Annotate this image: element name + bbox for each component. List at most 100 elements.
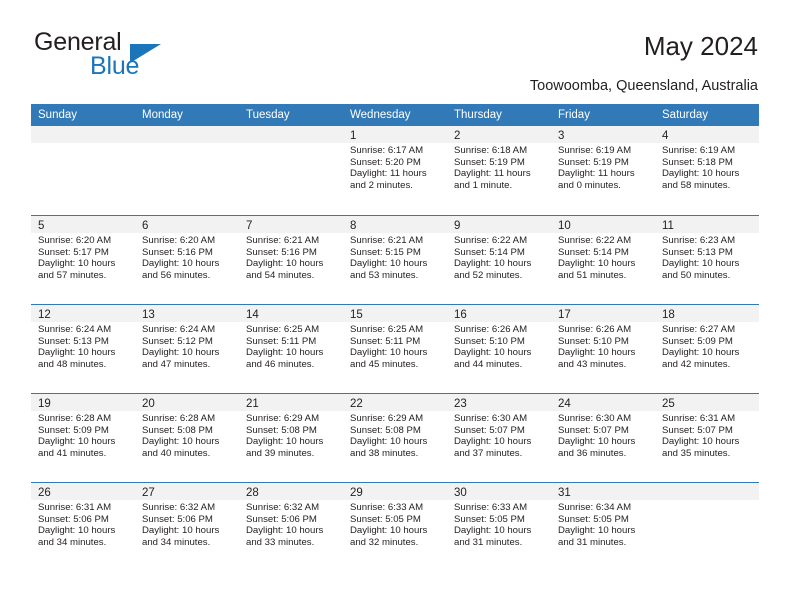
day-cell[interactable]: 10 Sunrise: 6:22 AM Sunset: 5:14 PM Dayl… [551, 216, 655, 304]
day-info: Sunrise: 6:29 AM Sunset: 5:08 PM Dayligh… [239, 411, 343, 459]
day-number-band [31, 126, 135, 143]
day-cell[interactable]: 13 Sunrise: 6:24 AM Sunset: 5:12 PM Dayl… [135, 305, 239, 393]
day-cell[interactable]: 23 Sunrise: 6:30 AM Sunset: 5:07 PM Dayl… [447, 394, 551, 482]
day-number-band: 23 [447, 394, 551, 411]
sunset-text: Sunset: 5:08 PM [350, 424, 421, 436]
day-cell[interactable]: 5 Sunrise: 6:20 AM Sunset: 5:17 PM Dayli… [31, 216, 135, 304]
day-info: Sunrise: 6:29 AM Sunset: 5:08 PM Dayligh… [343, 411, 447, 459]
sunset-text: Sunset: 5:18 PM [662, 156, 733, 168]
daylight-text-line2: and 57 minutes. [38, 269, 107, 281]
day-cell[interactable] [239, 126, 343, 215]
day-number-band: 22 [343, 394, 447, 411]
day-number-band [655, 483, 759, 500]
sunset-text: Sunset: 5:16 PM [142, 246, 213, 258]
daylight-text-line1: Daylight: 10 hours [38, 525, 116, 537]
daylight-text-line2: and 35 minutes. [662, 447, 731, 459]
day-cell[interactable]: 14 Sunrise: 6:25 AM Sunset: 5:11 PM Dayl… [239, 305, 343, 393]
sunrise-text: Sunrise: 6:30 AM [454, 413, 528, 424]
day-number: 4 [662, 130, 669, 142]
sunset-text: Sunset: 5:19 PM [454, 156, 525, 168]
day-info: Sunrise: 6:26 AM Sunset: 5:10 PM Dayligh… [447, 322, 551, 370]
sunset-text: Sunset: 5:06 PM [246, 513, 317, 525]
sunrise-text: Sunrise: 6:34 AM [558, 502, 632, 513]
day-info: Sunrise: 6:28 AM Sunset: 5:09 PM Dayligh… [31, 411, 135, 459]
sunset-text: Sunset: 5:07 PM [558, 424, 629, 436]
day-info: Sunrise: 6:27 AM Sunset: 5:09 PM Dayligh… [655, 322, 759, 370]
day-cell[interactable]: 11 Sunrise: 6:23 AM Sunset: 5:13 PM Dayl… [655, 216, 759, 304]
day-cell[interactable]: 20 Sunrise: 6:28 AM Sunset: 5:08 PM Dayl… [135, 394, 239, 482]
day-cell[interactable] [655, 483, 759, 571]
day-number: 8 [350, 220, 357, 232]
day-cell[interactable]: 15 Sunrise: 6:25 AM Sunset: 5:11 PM Dayl… [343, 305, 447, 393]
day-info: Sunrise: 6:33 AM Sunset: 5:05 PM Dayligh… [343, 500, 447, 548]
calendar-page: General Blue May 2024 Toowoomba, Queensl… [0, 0, 792, 612]
day-cell[interactable]: 6 Sunrise: 6:20 AM Sunset: 5:16 PM Dayli… [135, 216, 239, 304]
day-number: 23 [454, 398, 467, 410]
day-cell[interactable]: 21 Sunrise: 6:29 AM Sunset: 5:08 PM Dayl… [239, 394, 343, 482]
week-row: 26 Sunrise: 6:31 AM Sunset: 5:06 PM Dayl… [31, 482, 759, 571]
day-cell[interactable]: 28 Sunrise: 6:32 AM Sunset: 5:06 PM Dayl… [239, 483, 343, 571]
day-info: Sunrise: 6:22 AM Sunset: 5:14 PM Dayligh… [447, 233, 551, 281]
general-blue-logo[interactable]: General Blue [34, 28, 224, 84]
daylight-text-line2: and 33 minutes. [246, 536, 315, 548]
sunrise-text: Sunrise: 6:22 AM [558, 235, 632, 246]
sunset-text: Sunset: 5:10 PM [558, 335, 629, 347]
day-cell[interactable]: 31 Sunrise: 6:34 AM Sunset: 5:05 PM Dayl… [551, 483, 655, 571]
day-number-band: 21 [239, 394, 343, 411]
day-cell[interactable]: 8 Sunrise: 6:21 AM Sunset: 5:15 PM Dayli… [343, 216, 447, 304]
day-cell[interactable]: 24 Sunrise: 6:30 AM Sunset: 5:07 PM Dayl… [551, 394, 655, 482]
daylight-text-line1: Daylight: 10 hours [38, 347, 116, 359]
week-row: 19 Sunrise: 6:28 AM Sunset: 5:09 PM Dayl… [31, 393, 759, 482]
sunrise-text: Sunrise: 6:29 AM [246, 413, 320, 424]
day-cell[interactable]: 27 Sunrise: 6:32 AM Sunset: 5:06 PM Dayl… [135, 483, 239, 571]
dow-saturday: Saturday [662, 109, 709, 121]
day-number: 29 [350, 487, 363, 499]
sunrise-text: Sunrise: 6:24 AM [142, 324, 216, 335]
day-cell[interactable] [31, 126, 135, 215]
daylight-text-line2: and 43 minutes. [558, 358, 627, 370]
daylight-text-line1: Daylight: 10 hours [142, 347, 220, 359]
daylight-text-line1: Daylight: 10 hours [558, 436, 636, 448]
day-cell[interactable]: 3 Sunrise: 6:19 AM Sunset: 5:19 PM Dayli… [551, 126, 655, 215]
day-cell[interactable]: 18 Sunrise: 6:27 AM Sunset: 5:09 PM Dayl… [655, 305, 759, 393]
day-cell[interactable]: 25 Sunrise: 6:31 AM Sunset: 5:07 PM Dayl… [655, 394, 759, 482]
daylight-text-line1: Daylight: 10 hours [558, 258, 636, 270]
sunset-text: Sunset: 5:12 PM [142, 335, 213, 347]
day-cell[interactable]: 29 Sunrise: 6:33 AM Sunset: 5:05 PM Dayl… [343, 483, 447, 571]
day-info: Sunrise: 6:30 AM Sunset: 5:07 PM Dayligh… [551, 411, 655, 459]
day-cell[interactable]: 12 Sunrise: 6:24 AM Sunset: 5:13 PM Dayl… [31, 305, 135, 393]
sunrise-text: Sunrise: 6:23 AM [662, 235, 736, 246]
day-cell[interactable]: 7 Sunrise: 6:21 AM Sunset: 5:16 PM Dayli… [239, 216, 343, 304]
day-number: 12 [38, 309, 51, 321]
day-cell[interactable]: 30 Sunrise: 6:33 AM Sunset: 5:05 PM Dayl… [447, 483, 551, 571]
day-cell[interactable]: 17 Sunrise: 6:26 AM Sunset: 5:10 PM Dayl… [551, 305, 655, 393]
day-cell[interactable]: 1 Sunrise: 6:17 AM Sunset: 5:20 PM Dayli… [343, 126, 447, 215]
daylight-text-line1: Daylight: 10 hours [38, 436, 116, 448]
day-cell[interactable]: 9 Sunrise: 6:22 AM Sunset: 5:14 PM Dayli… [447, 216, 551, 304]
day-number-band: 29 [343, 483, 447, 500]
day-info: Sunrise: 6:24 AM Sunset: 5:12 PM Dayligh… [135, 322, 239, 370]
dow-friday: Friday [558, 109, 590, 121]
day-info: Sunrise: 6:28 AM Sunset: 5:08 PM Dayligh… [135, 411, 239, 459]
daylight-text-line2: and 58 minutes. [662, 179, 731, 191]
sunrise-text: Sunrise: 6:21 AM [246, 235, 320, 246]
day-cell[interactable]: 22 Sunrise: 6:29 AM Sunset: 5:08 PM Dayl… [343, 394, 447, 482]
daylight-text-line2: and 41 minutes. [38, 447, 107, 459]
dow-tuesday: Tuesday [246, 109, 290, 121]
daylight-text-line2: and 52 minutes. [454, 269, 523, 281]
day-cell[interactable] [135, 126, 239, 215]
sunset-text: Sunset: 5:11 PM [246, 335, 317, 347]
day-cell[interactable]: 4 Sunrise: 6:19 AM Sunset: 5:18 PM Dayli… [655, 126, 759, 215]
day-number-band: 13 [135, 305, 239, 322]
day-cell[interactable]: 16 Sunrise: 6:26 AM Sunset: 5:10 PM Dayl… [447, 305, 551, 393]
day-cell[interactable]: 26 Sunrise: 6:31 AM Sunset: 5:06 PM Dayl… [31, 483, 135, 571]
sunset-text: Sunset: 5:05 PM [350, 513, 421, 525]
daylight-text-line2: and 44 minutes. [454, 358, 523, 370]
day-number-band: 24 [551, 394, 655, 411]
day-number: 15 [350, 309, 363, 321]
daylight-text-line2: and 31 minutes. [558, 536, 627, 548]
day-cell[interactable]: 2 Sunrise: 6:18 AM Sunset: 5:19 PM Dayli… [447, 126, 551, 215]
day-cell[interactable]: 19 Sunrise: 6:28 AM Sunset: 5:09 PM Dayl… [31, 394, 135, 482]
sunrise-text: Sunrise: 6:25 AM [246, 324, 320, 335]
sunrise-text: Sunrise: 6:32 AM [246, 502, 320, 513]
